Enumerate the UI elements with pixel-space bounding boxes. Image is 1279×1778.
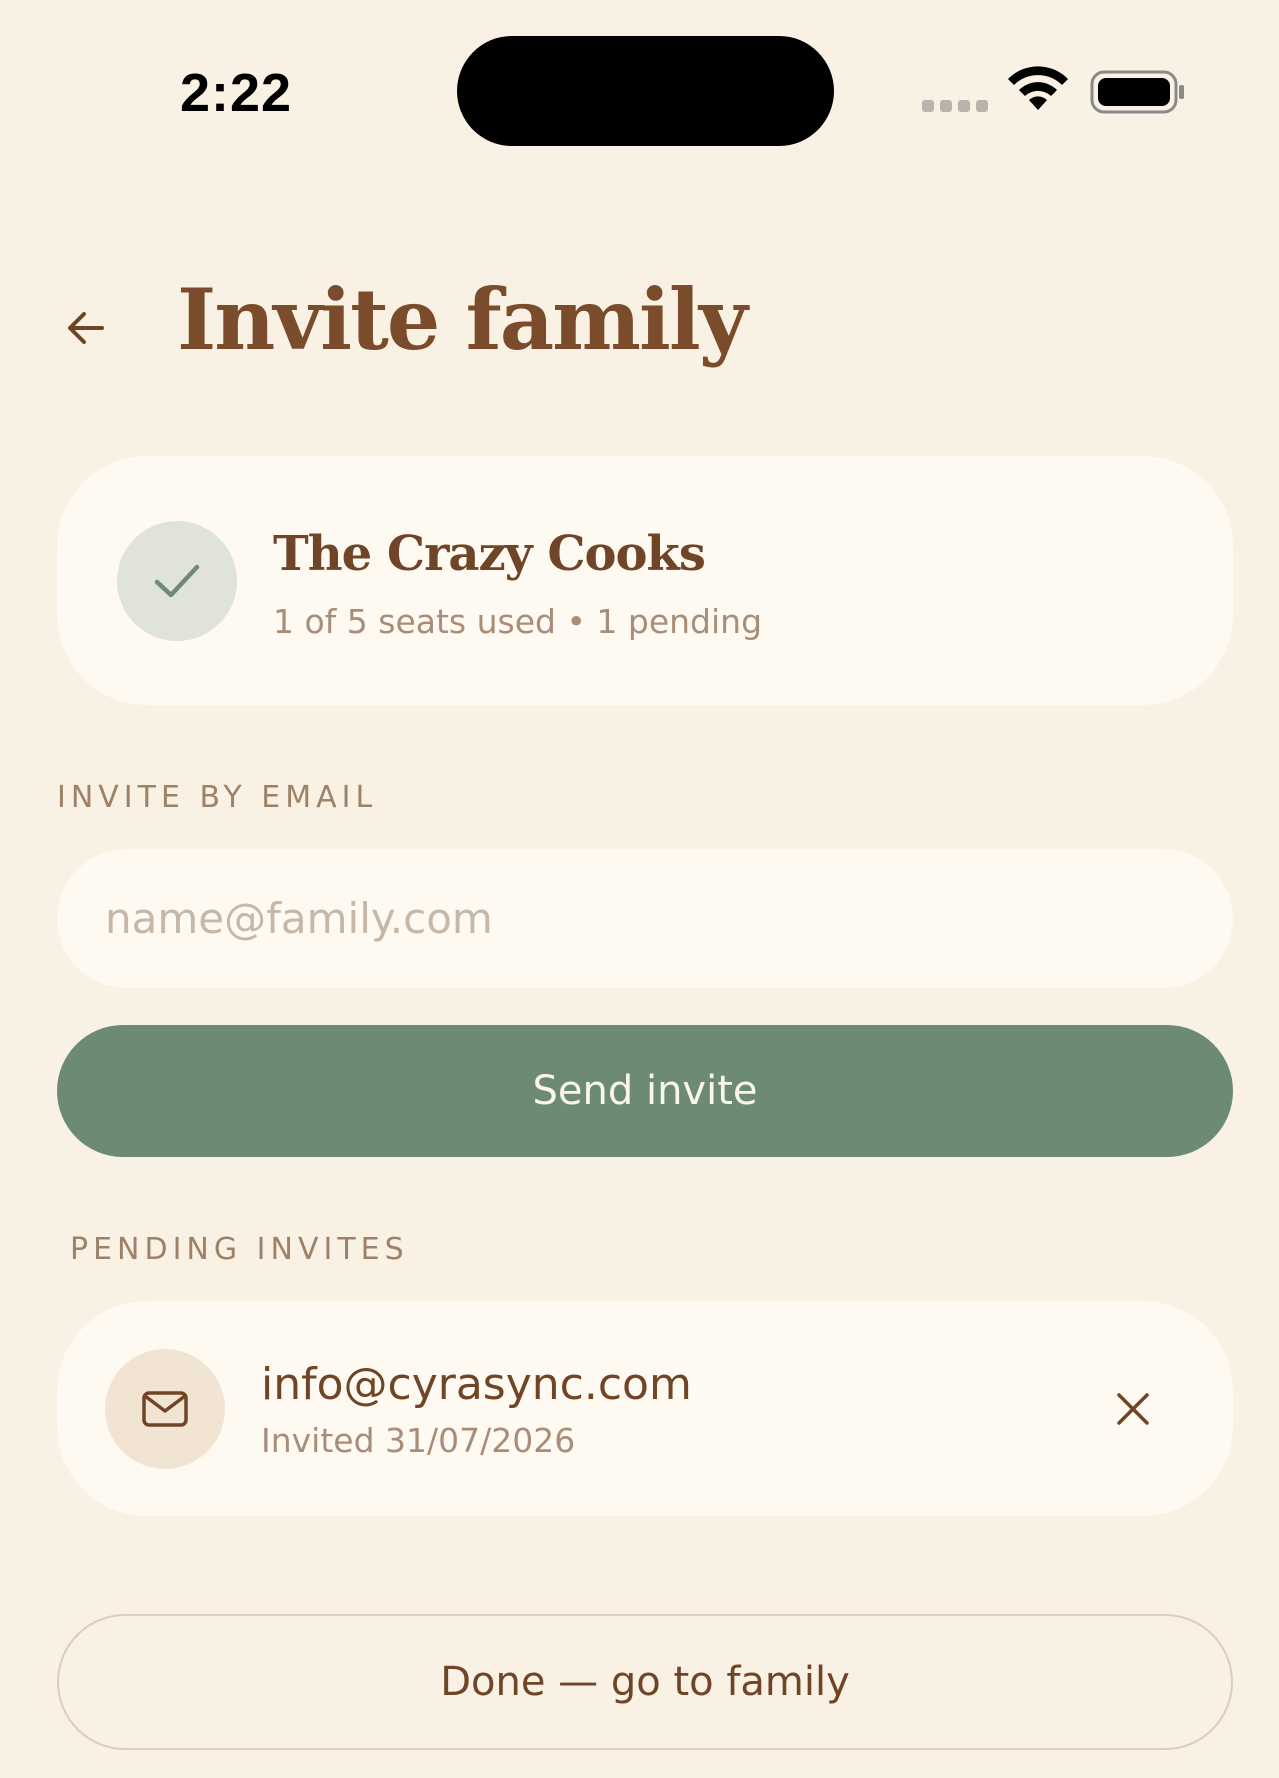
family-card: The Crazy Cooks 1 of 5 seats used • 1 pe… [57, 456, 1233, 705]
email-input[interactable] [57, 849, 1233, 988]
back-arrow-icon [68, 312, 104, 344]
pending-invite-email: info@cyrasync.com [261, 1359, 692, 1410]
back-button[interactable] [58, 300, 114, 356]
mail-avatar [105, 1349, 225, 1469]
wifi-icon [1008, 66, 1068, 110]
battery-icon [1090, 70, 1184, 114]
revoke-invite-button[interactable] [1105, 1381, 1161, 1437]
family-name: The Crazy Cooks [273, 526, 706, 582]
close-icon [1117, 1393, 1149, 1425]
check-icon [154, 564, 200, 598]
invite-section-label: INVITE BY EMAIL [57, 780, 378, 815]
pending-invite-date: Invited 31/07/2026 [261, 1421, 576, 1460]
mail-icon [142, 1391, 188, 1427]
pending-invite-item: info@cyrasync.com Invited 31/07/2026 [57, 1301, 1233, 1516]
done-button[interactable]: Done — go to family [57, 1614, 1233, 1750]
invite-family-screen: 2:22 Invite family The Crazy Cooks 1 of … [0, 0, 1279, 1778]
page-title: Invite family [177, 270, 748, 369]
pending-section-label: PENDING INVITES [70, 1232, 409, 1267]
dynamic-island [457, 36, 834, 146]
family-status-badge [117, 521, 237, 641]
status-time: 2:22 [180, 63, 293, 123]
signal-dots-icon [922, 100, 988, 112]
family-seats-info: 1 of 5 seats used • 1 pending [273, 602, 763, 641]
send-invite-button[interactable]: Send invite [57, 1025, 1233, 1157]
